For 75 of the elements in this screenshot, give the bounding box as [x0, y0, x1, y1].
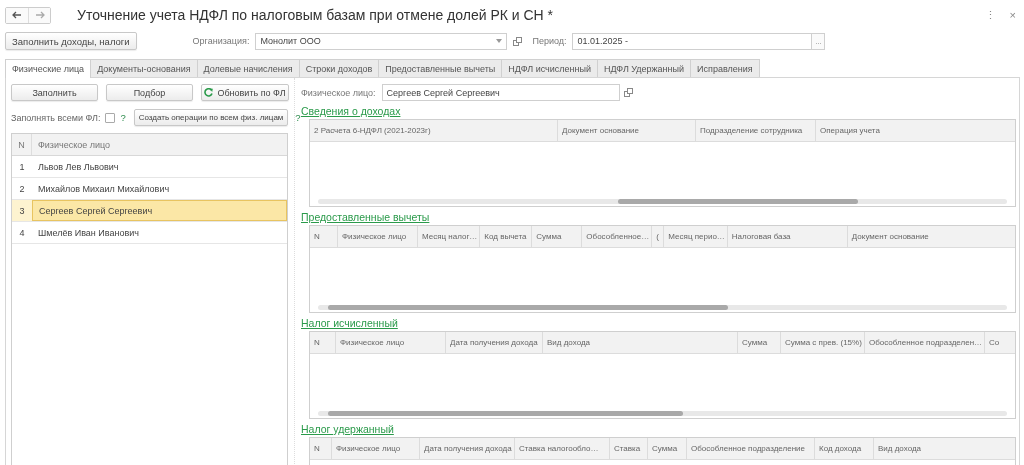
column-header: Сумма с прев. (15%) [781, 332, 865, 353]
create-operations-button[interactable]: Создать операции по всем физ. лицам [133, 109, 289, 126]
column-header: Ставка налогообло… [515, 438, 610, 459]
column-header: ( [652, 226, 665, 247]
person-row[interactable]: 3 Сергеев Сергей Сергеевич [12, 200, 287, 222]
period-label: Период: [532, 36, 567, 46]
person-row[interactable]: 1 Львов Лев Львович [12, 156, 287, 178]
fill-all-label: Заполнять всеми ФЛ: [11, 112, 101, 123]
column-header: N [310, 226, 338, 247]
column-header: Дата получения дохода [420, 438, 515, 459]
column-header: Физическое лицо [332, 438, 420, 459]
period-field[interactable]: 01.01.2025 - [572, 32, 813, 50]
column-header: Вид дохода [877, 443, 923, 455]
column-header: Обособленное… [582, 226, 653, 247]
tab[interactable]: НДФЛ Удержанный [596, 59, 692, 77]
period-select-button[interactable]: ... [812, 32, 826, 50]
section-link[interactable]: Налог исчисленный [301, 317, 398, 329]
person-name: Шмелёв Иван Иванович [37, 227, 140, 238]
column-header: Сумма [738, 332, 781, 353]
help-icon[interactable]: ? [120, 112, 126, 123]
column-header: N [310, 438, 332, 459]
fill-button[interactable]: Заполнить [11, 84, 98, 101]
column-header: Обособленное подразделен… [865, 332, 986, 353]
row-number: 3 [18, 205, 26, 216]
column-header: Документ основание [558, 120, 696, 141]
tab[interactable]: Долевые начисления [196, 59, 300, 77]
column-header: Месяц перио… [664, 226, 728, 247]
person-row[interactable]: 4 Шмелёв Иван Иванович [12, 222, 287, 244]
row-number: 2 [18, 183, 26, 194]
tab[interactable]: Предоставленные вычеты [378, 59, 503, 77]
column-header: Сумма [648, 438, 687, 459]
column-header: 2 Расчета 6-НДФЛ (2021-2023г) [310, 120, 558, 141]
person-field[interactable]: Сергеев Сергей Сергеевич [381, 84, 620, 101]
column-header: Обособленное подразделение [687, 438, 815, 459]
select-button[interactable]: Подбор [106, 84, 193, 101]
column-header: Дата получения дохода [446, 332, 543, 353]
person-label: Физическое лицо: [301, 87, 376, 98]
row-number: 1 [18, 161, 26, 172]
column-header: Вид дохода [543, 332, 738, 353]
person-name: Львов Лев Львович [37, 161, 120, 172]
section-link[interactable]: Налог удержанный [301, 423, 394, 435]
organization-value: Монолит ООО [260, 36, 321, 46]
column-header: Месяц налог… [418, 226, 481, 247]
column-header: Физическое лицо [37, 139, 112, 150]
tab[interactable]: Исправления [690, 59, 760, 77]
tab[interactable]: Строки доходов [298, 59, 380, 77]
fill-incomes-taxes-button[interactable]: Заполнить доходы, налоги [5, 32, 137, 50]
column-header: N [310, 332, 336, 353]
column-header: Сумма [532, 226, 583, 247]
section-link[interactable]: Сведения о доходах [301, 105, 401, 117]
window-title: Уточнение учета НДФЛ по налоговым базам при отмене долей РК и СН * [77, 7, 555, 23]
column-header: Физическое лицо [336, 332, 446, 353]
column-header: Ставка [610, 438, 648, 459]
column-header: Подразделение сотрудника [696, 120, 816, 141]
column-header: Код вычета [480, 226, 533, 247]
organization-field[interactable]: Монолит ООО [255, 32, 508, 50]
person-name: Сергеев Сергей Сергеевич [32, 200, 287, 221]
help-icon[interactable]: ? [295, 112, 301, 123]
refresh-button[interactable]: Обновить по ФЛ [201, 84, 289, 101]
row-number: 4 [18, 227, 26, 238]
column-header: Со [988, 337, 1001, 349]
column-header: Физическое лицо [338, 226, 418, 247]
column-header: Код дохода [815, 438, 874, 459]
more-menu-button[interactable]: ⋮ [984, 8, 996, 22]
tab[interactable]: Физические лица [5, 59, 92, 78]
column-header: Документ основание [850, 231, 930, 243]
person-name: Михайлов Михаил Михайлович [37, 183, 171, 194]
column-header: Операция учета [819, 125, 881, 137]
column-header: Налоговая база [727, 226, 848, 247]
section-link[interactable]: Предоставленные вычеты [301, 211, 430, 223]
organization-label: Организация: [192, 36, 250, 46]
tab[interactable]: НДФЛ исчисленный [501, 59, 598, 77]
column-header: N [12, 134, 32, 155]
close-button[interactable]: × [1009, 9, 1016, 21]
tab[interactable]: Документы-основания [90, 59, 198, 77]
